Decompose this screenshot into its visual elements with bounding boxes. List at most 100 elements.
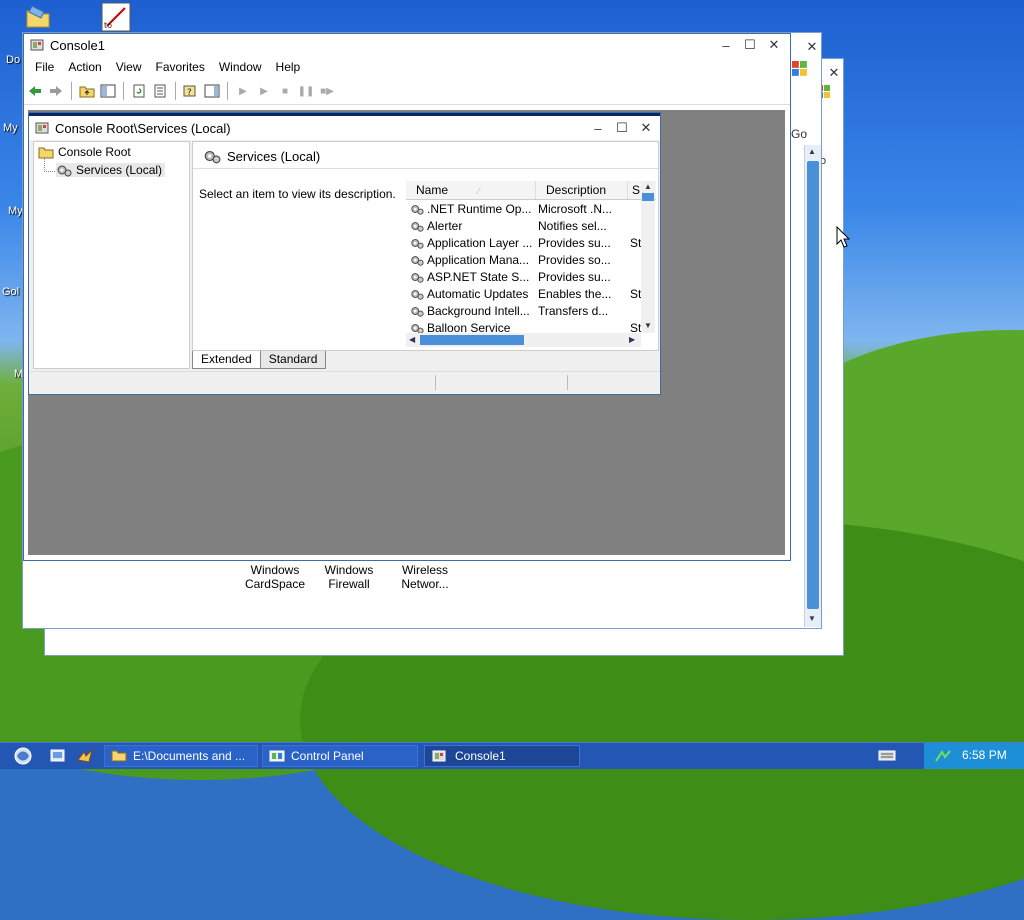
go-button[interactable]: Go: [791, 127, 807, 141]
up-one-level-button[interactable]: [78, 82, 96, 100]
close-button[interactable]: ✕: [804, 39, 820, 55]
stop-service-button[interactable]: ■: [276, 82, 294, 100]
back-button[interactable]: [26, 82, 44, 100]
desktop-label: My: [8, 205, 23, 217]
table-row[interactable]: Application Layer ... Provides su... St: [406, 234, 656, 251]
minimize-button[interactable]: –: [718, 37, 734, 53]
column-header-name[interactable]: Name ⁄: [406, 181, 536, 199]
result-pane: Services (Local) Select an item to view …: [192, 141, 659, 351]
service-description: Provides so...: [538, 252, 611, 267]
minimize-button[interactable]: –: [590, 120, 606, 136]
quicklaunch-app-icon[interactable]: [76, 748, 94, 767]
vertical-scrollbar[interactable]: ▲ ▼: [804, 145, 821, 627]
taskbar-button-explorer[interactable]: E:\Documents and ...: [104, 745, 258, 767]
taskbar-button-control-panel[interactable]: Control Panel: [262, 745, 418, 767]
service-name: Application Mana...: [427, 252, 530, 267]
start-service-button[interactable]: ▶: [234, 82, 252, 100]
service-description: Transfers d...: [538, 303, 609, 318]
console-titlebar[interactable]: Console1 – ☐ ✕: [24, 34, 790, 56]
maximize-button[interactable]: ☐: [614, 120, 630, 136]
service-description: Provides su...: [538, 269, 611, 284]
scroll-down-arrow-icon[interactable]: ▼: [808, 614, 816, 623]
keyboard-icon[interactable]: [878, 749, 896, 764]
cp-item-cardspace[interactable]: Windows CardSpace: [243, 563, 307, 591]
menu-window[interactable]: Window: [212, 60, 269, 74]
pause-service-button[interactable]: ❚❚: [297, 82, 315, 100]
close-button[interactable]: ✕: [638, 120, 654, 136]
restart-service-button[interactable]: ■▶: [318, 82, 336, 100]
gears-icon: [411, 289, 424, 300]
services-child-window[interactable]: Console Root\Services (Local) – ☐ ✕ Cons…: [28, 112, 661, 395]
menu-file[interactable]: File: [28, 60, 61, 74]
column-header-description[interactable]: Description: [536, 181, 628, 199]
forward-button[interactable]: [47, 82, 65, 100]
folder-desktop-icon[interactable]: [24, 2, 52, 33]
taskbar-button-console1[interactable]: Console1: [424, 745, 580, 767]
show-action-pane-button[interactable]: [203, 82, 221, 100]
table-row[interactable]: Automatic Updates Enables the... St: [406, 285, 656, 302]
menu-favorites[interactable]: Favorites: [149, 60, 212, 74]
gears-icon: [411, 255, 424, 266]
cp-item-firewall[interactable]: Windows Firewall: [317, 563, 381, 591]
scroll-left-arrow-icon[interactable]: ◀: [409, 335, 415, 344]
scroll-right-arrow-icon[interactable]: ▶: [629, 335, 635, 344]
service-name: .NET Runtime Op...: [427, 201, 532, 216]
tab-standard[interactable]: Standard: [260, 351, 327, 369]
close-button[interactable]: ✕: [766, 37, 782, 53]
table-row[interactable]: ASP.NET State S... Provides su...: [406, 268, 656, 285]
scroll-up-arrow-icon[interactable]: ▲: [808, 147, 816, 156]
list-vertical-scrollbar[interactable]: ▲ ▼: [641, 181, 655, 333]
system-tray: 6:58 PM: [924, 743, 1024, 769]
service-description: Microsoft .N...: [538, 201, 613, 216]
list-horizontal-scrollbar[interactable]: ◀ ▶: [406, 333, 641, 347]
child-titlebar[interactable]: Console Root\Services (Local) – ☐ ✕: [29, 116, 660, 140]
svg-text:to: to: [104, 21, 112, 30]
desktop-label: Gol: [2, 286, 20, 298]
close-button[interactable]: ✕: [826, 65, 842, 81]
column-header-status[interactable]: S: [628, 181, 642, 199]
play-button[interactable]: ▶: [255, 82, 273, 100]
status-bar: [29, 371, 660, 394]
restart-icon: ■▶: [320, 85, 334, 97]
shortcut-desktop-icon[interactable]: to: [101, 2, 131, 35]
menu-bar: File Action View Favorites Window Help: [24, 56, 790, 78]
refresh-icon: [133, 84, 145, 98]
menu-action[interactable]: Action: [61, 60, 108, 74]
console-title: Console1: [50, 37, 105, 53]
scroll-thumb[interactable]: [642, 193, 654, 201]
network-tray-icon[interactable]: [934, 748, 952, 767]
control-panel-icon: [269, 750, 285, 762]
maximize-button[interactable]: ☐: [742, 37, 758, 53]
toolbar: ? ▶ ▶ ■ ❚❚ ■▶: [24, 78, 790, 105]
show-hide-tree-button[interactable]: [99, 82, 117, 100]
desktop-label: Do: [6, 54, 21, 66]
menu-view[interactable]: View: [109, 60, 149, 74]
scroll-thumb[interactable]: [807, 161, 819, 609]
service-description: Notifies sel...: [538, 218, 607, 233]
desktop-label: My: [3, 122, 18, 134]
scroll-down-arrow-icon[interactable]: ▼: [644, 321, 652, 330]
console-tree-icon: [100, 84, 116, 98]
refresh-button[interactable]: [130, 82, 148, 100]
tab-extended[interactable]: Extended: [192, 351, 261, 369]
pause-icon: ❚❚: [297, 85, 315, 97]
start-button[interactable]: [8, 745, 38, 767]
help-button[interactable]: ?: [182, 82, 200, 100]
service-name: Alerter: [427, 218, 463, 233]
table-row[interactable]: Alerter Notifies sel...: [406, 217, 656, 234]
view-tabs: Extended Standard: [192, 351, 327, 369]
menu-help[interactable]: Help: [269, 60, 308, 74]
table-row[interactable]: .NET Runtime Op... Microsoft .N...: [406, 200, 656, 217]
scroll-up-arrow-icon[interactable]: ▲: [644, 182, 652, 191]
table-row[interactable]: Background Intell... Transfers d...: [406, 302, 656, 319]
table-row[interactable]: Application Mana... Provides so...: [406, 251, 656, 268]
mmc-icon: [35, 122, 49, 134]
cp-item-wireless[interactable]: Wireless Networ...: [393, 563, 457, 591]
gears-icon: [411, 221, 424, 232]
tree-item-services-local[interactable]: Services (Local): [56, 163, 166, 177]
play-icon: ▶: [260, 85, 268, 97]
folder-up-icon: [79, 86, 95, 98]
quicklaunch-ie-icon[interactable]: [50, 748, 66, 767]
export-list-button[interactable]: [151, 82, 169, 100]
scroll-thumb[interactable]: [420, 335, 524, 345]
